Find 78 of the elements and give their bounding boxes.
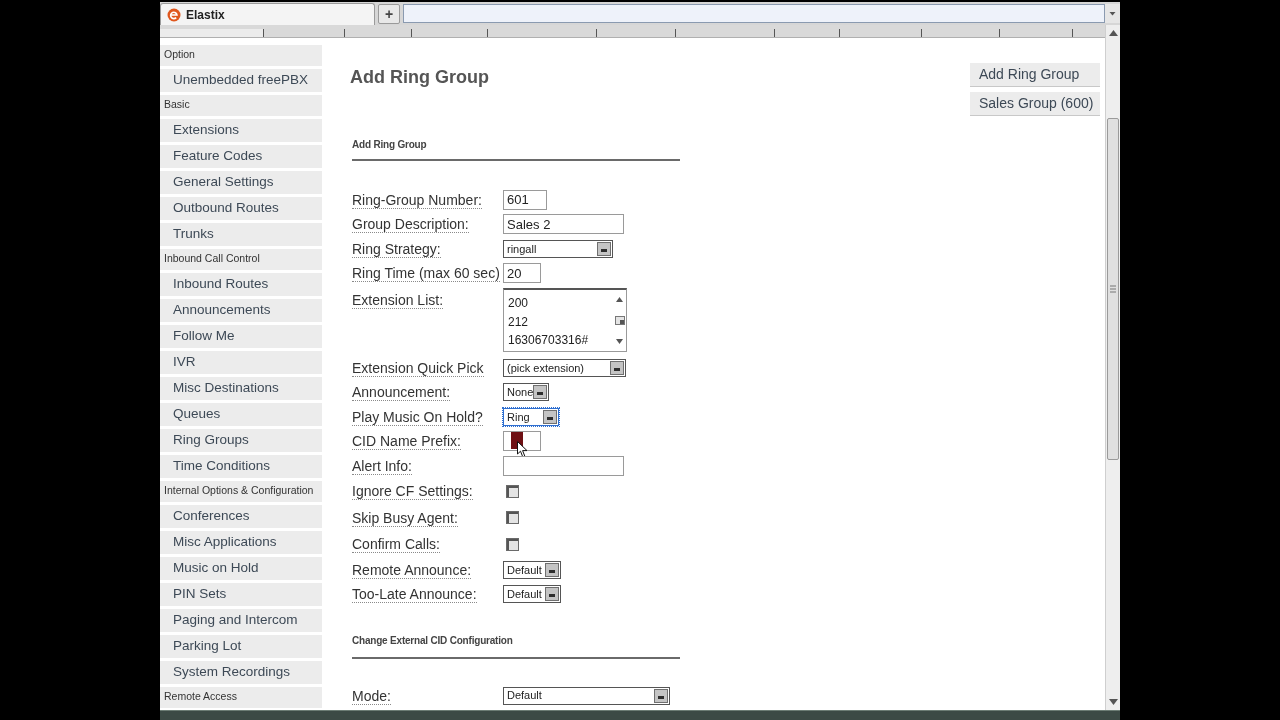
field-label: Mode: — [352, 687, 391, 705]
field-label: Ring Time (max 60 sec) — [352, 265, 500, 283]
scrollbar-thumb[interactable] — [1107, 118, 1119, 460]
resize-grip-icon — [614, 316, 625, 325]
field-label: Extension Quick Pick — [352, 359, 484, 377]
field-label: Confirm Calls: — [352, 536, 440, 554]
sidebar-item[interactable]: Misc Applications — [160, 530, 322, 554]
browser-tab[interactable]: Elastix — [160, 3, 375, 25]
field-label: Extension List: — [352, 291, 444, 309]
dropdown-select[interactable]: Ring — [503, 407, 559, 426]
sidebar-item[interactable]: Ring Groups — [160, 428, 322, 452]
section-heading: Change External CID Configuration — [352, 634, 513, 647]
sidebar-heading: Option — [160, 44, 322, 66]
sidebar-item[interactable]: Inbound Routes — [160, 272, 322, 296]
checkbox[interactable] — [506, 537, 519, 551]
scrollbar-track[interactable] — [1105, 25, 1120, 710]
dropdown-select[interactable]: None — [503, 383, 549, 402]
sidebar-item[interactable]: Misc Destinations — [160, 376, 322, 400]
field-label: Ignore CF Settings: — [352, 483, 473, 501]
sidebar-heading: Internal Options & Configuration — [160, 480, 322, 502]
list-line: 16306703316# — [508, 332, 589, 349]
sidebar-item[interactable]: Queues — [160, 402, 322, 426]
sidebar-item[interactable]: Parking Lot — [160, 634, 322, 658]
field-label: Group Description: — [352, 216, 469, 234]
field-label: Too-Late Announce: — [352, 586, 477, 604]
sidebar-item[interactable]: Conferences — [160, 504, 322, 528]
page-title: Add Ring Group — [350, 66, 489, 88]
list-line: 200 — [508, 295, 529, 312]
dropdown-select[interactable]: Default — [503, 686, 670, 705]
nav-button[interactable]: Sales Group (600) — [970, 92, 1100, 116]
sidebar-item[interactable]: Follow Me — [160, 324, 322, 348]
sidebar-item[interactable]: Time Conditions — [160, 454, 322, 478]
sidebar-item[interactable]: Feature Codes — [160, 144, 322, 168]
scroll-up-arrow-icon[interactable] — [616, 297, 623, 302]
sidebar-heading: Inbound Call Control — [160, 248, 322, 270]
text-input[interactable] — [503, 455, 624, 476]
textarea-field[interactable]: 200 212 16306703316# — [503, 288, 627, 352]
sidebar-item[interactable]: Paging and Intercom — [160, 608, 322, 632]
field-label: Ring Strategy: — [352, 240, 441, 258]
dropdown-select[interactable]: Default — [503, 560, 561, 579]
mouse-pointer-icon — [517, 441, 528, 459]
field-label: Remote Announce: — [352, 561, 472, 579]
caret-down-icon[interactable] — [1105, 4, 1120, 23]
scroll-down-arrow-icon[interactable] — [1108, 699, 1118, 705]
list-line: 212 — [508, 313, 529, 331]
dropdown-select[interactable]: ringall — [503, 239, 613, 258]
sidebar-item[interactable]: Announcements — [160, 298, 322, 322]
text-input[interactable]: 20 — [503, 263, 541, 284]
field-label: CID Name Prefix: — [352, 433, 461, 451]
grip-icon — [1110, 285, 1116, 293]
new-tab-button[interactable]: + — [378, 4, 400, 24]
app-logo-icon — [167, 7, 181, 22]
sidebar-item[interactable]: Music on Hold — [160, 556, 322, 580]
sidebar-item[interactable]: Unembedded freePBX — [160, 68, 322, 92]
scroll-up-arrow-icon[interactable] — [1108, 30, 1118, 36]
sidebar-item[interactable]: Extensions — [160, 118, 322, 142]
sidebar-heading: Basic — [160, 94, 322, 116]
dropdown-select[interactable]: Default — [503, 585, 561, 604]
nav-button[interactable]: Add Ring Group — [970, 63, 1100, 87]
dropdown-select[interactable]: (pick extension) — [503, 358, 626, 377]
field-label: Skip Busy Agent: — [352, 509, 458, 527]
sidebar-item[interactable]: Trunks — [160, 222, 322, 246]
sidebar-item[interactable]: General Settings — [160, 170, 322, 194]
sidebar-item[interactable]: IVR — [160, 350, 322, 374]
checkbox[interactable] — [506, 484, 519, 498]
sidebar-item[interactable]: Outbound Routes — [160, 196, 322, 220]
text-input[interactable]: Sales 2 — [503, 214, 624, 235]
scroll-down-arrow-icon[interactable] — [616, 339, 623, 344]
sidebar-heading: Remote Access — [160, 686, 322, 708]
field-label: Alert Info: — [352, 457, 412, 475]
checkbox[interactable] — [506, 511, 519, 525]
field-label: Announcement: — [352, 384, 451, 402]
sidebar-item[interactable]: PIN Sets — [160, 582, 322, 606]
field-label: Play Music On Hold? — [352, 408, 483, 426]
section-heading: Add Ring Group — [352, 139, 427, 151]
text-input[interactable]: 601 — [503, 189, 547, 210]
sidebar-item[interactable]: System Recordings — [160, 660, 322, 684]
field-label: Ring-Group Number: — [352, 191, 482, 209]
